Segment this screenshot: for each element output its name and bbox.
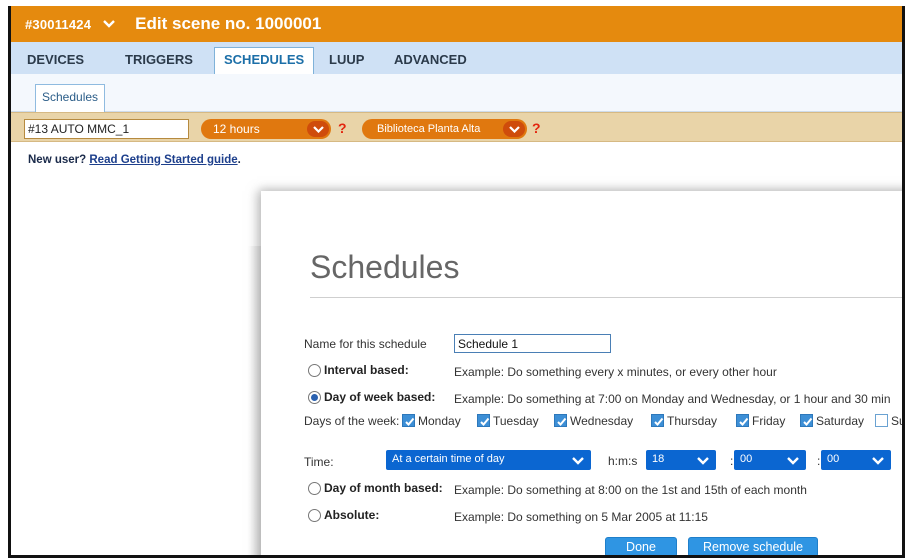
checkbox-friday[interactable] bbox=[736, 414, 749, 427]
second-select[interactable]: 00 bbox=[821, 450, 891, 470]
time-separator: : bbox=[817, 454, 821, 468]
day-of-month-label: Day of month based: bbox=[324, 481, 443, 495]
day-label-wednesday: Wednesday bbox=[570, 414, 634, 428]
day-label-friday: Friday bbox=[752, 414, 786, 428]
help-icon[interactable]: ? bbox=[338, 120, 347, 136]
schedule-dialog: Schedules Name for this schedule Interva… bbox=[261, 191, 902, 555]
checkbox-thursday[interactable] bbox=[651, 414, 664, 427]
interval-based-example: Example: Do something every x minutes, o… bbox=[454, 365, 777, 379]
tab-devices[interactable]: DEVICES bbox=[27, 52, 84, 67]
chevron-down-icon bbox=[572, 456, 584, 468]
hour-value: 18 bbox=[652, 453, 665, 465]
page-title: Edit scene no. 1000001 bbox=[135, 14, 322, 33]
interval-based-label: Interval based: bbox=[324, 363, 409, 377]
absolute-label: Absolute: bbox=[324, 508, 380, 522]
done-button[interactable]: Done bbox=[605, 537, 677, 555]
minute-value: 00 bbox=[740, 453, 753, 465]
room-select[interactable]: Biblioteca Planta Alta bbox=[362, 119, 527, 139]
chevron-down-icon bbox=[787, 456, 799, 468]
interval-select-value: 12 hours bbox=[213, 122, 260, 136]
subtab-schedules[interactable]: Schedules bbox=[35, 84, 106, 112]
tab-triggers[interactable]: TRIGGERS bbox=[125, 52, 193, 67]
dialog-title: Schedules bbox=[310, 249, 460, 285]
scene-control-bar: 12 hours ? Biblioteca Planta Alta ? bbox=[11, 112, 902, 142]
hour-select[interactable]: 18 bbox=[646, 450, 716, 470]
getting-started-notice: New user? Read Getting Started guide. bbox=[28, 154, 241, 166]
notice-suffix: . bbox=[237, 154, 241, 166]
schedule-name-label: Name for this schedule bbox=[304, 337, 427, 351]
scene-name-input[interactable] bbox=[24, 119, 189, 139]
room-select-value: Biblioteca Planta Alta bbox=[377, 123, 481, 135]
getting-started-link[interactable]: Read Getting Started guide bbox=[89, 154, 237, 166]
title-bar: #30011424 Edit scene no. 1000001 bbox=[11, 6, 902, 42]
absolute-example: Example: Do something on 5 Mar 2005 at 1… bbox=[454, 510, 708, 524]
time-mode-value: At a certain time of day bbox=[392, 453, 505, 465]
day-label-saturday: Saturday bbox=[816, 414, 865, 428]
checkbox-wednesday[interactable] bbox=[554, 414, 567, 427]
chevron-down-icon bbox=[307, 121, 329, 137]
radio-day-of-month-based[interactable] bbox=[308, 482, 321, 495]
day-label-monday: Monday bbox=[418, 414, 461, 428]
tab-luup[interactable]: LUUP bbox=[329, 52, 364, 67]
checkbox-sunday[interactable] bbox=[875, 414, 888, 427]
interval-select[interactable]: 12 hours bbox=[201, 119, 331, 139]
remove-schedule-button[interactable]: Remove schedule bbox=[688, 537, 818, 555]
time-separator: : bbox=[730, 454, 734, 468]
radio-day-of-week-based[interactable] bbox=[308, 391, 321, 404]
radio-absolute[interactable] bbox=[308, 509, 321, 522]
second-value: 00 bbox=[827, 453, 840, 465]
day-label-tuesday: Tuesday bbox=[493, 414, 539, 428]
divider bbox=[310, 297, 902, 298]
day-of-month-example: Example: Do something at 8:00 on the 1st… bbox=[454, 483, 807, 497]
day-of-week-example: Example: Do something at 7:00 on Monday … bbox=[454, 392, 891, 406]
chevron-down-icon bbox=[872, 456, 884, 468]
chevron-down-icon[interactable] bbox=[103, 20, 116, 28]
help-icon[interactable]: ? bbox=[532, 120, 541, 136]
tab-schedules[interactable]: SCHEDULES bbox=[214, 47, 315, 74]
minute-select[interactable]: 00 bbox=[734, 450, 806, 470]
day-label-sunday: Sunday bbox=[891, 414, 902, 428]
radio-interval-based[interactable] bbox=[308, 364, 321, 377]
sub-tabs: Schedules bbox=[11, 74, 902, 112]
days-of-week-label: Days of the week: bbox=[304, 414, 400, 428]
checkbox-tuesday[interactable] bbox=[477, 414, 490, 427]
chevron-down-icon bbox=[697, 456, 709, 468]
tab-advanced[interactable]: ADVANCED bbox=[394, 52, 467, 67]
notice-prefix: New user? bbox=[28, 154, 87, 166]
main-tabs: DEVICES TRIGGERS SCHEDULES LUUP ADVANCED bbox=[11, 42, 902, 74]
day-of-week-label: Day of week based: bbox=[324, 390, 436, 404]
checkbox-saturday[interactable] bbox=[800, 414, 813, 427]
hms-label: h:m:s bbox=[608, 454, 638, 468]
time-label: Time: bbox=[304, 455, 334, 469]
app-window: #30011424 Edit scene no. 1000001 DEVICES… bbox=[8, 6, 905, 558]
day-label-thursday: Thursday bbox=[667, 414, 718, 428]
checkbox-monday[interactable] bbox=[402, 414, 415, 427]
schedule-name-input[interactable] bbox=[454, 334, 611, 353]
account-number: #30011424 bbox=[25, 16, 92, 32]
chevron-down-icon bbox=[503, 121, 525, 137]
time-mode-select[interactable]: At a certain time of day bbox=[386, 450, 591, 470]
